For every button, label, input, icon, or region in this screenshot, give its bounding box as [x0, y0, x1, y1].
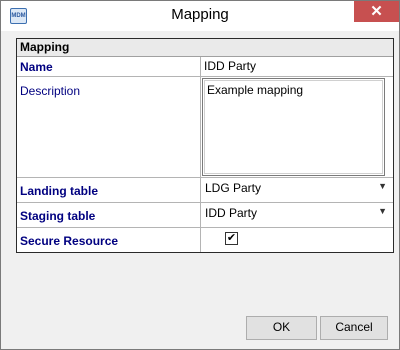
description-text: Example mapping [204, 80, 383, 174]
checkmark-icon: ✔ [226, 232, 237, 244]
section-header: Mapping [17, 39, 393, 57]
close-icon: ✕ [370, 3, 383, 20]
title-bar: MDM Mapping ✕ [1, 1, 399, 31]
staging-table-label: Staging table [20, 209, 96, 223]
name-row: Name IDD Party [17, 57, 393, 76]
column-divider [200, 77, 201, 177]
ok-button[interactable]: OK [246, 316, 317, 340]
staging-table-value: IDD Party [205, 206, 258, 220]
chevron-down-icon: ▼ [378, 181, 387, 191]
column-divider [200, 57, 201, 76]
dialog-body: Mapping Name IDD Party Description Examp… [9, 31, 394, 341]
chevron-down-icon: ▼ [378, 206, 387, 216]
close-button[interactable]: ✕ [354, 1, 399, 22]
window-title: Mapping [171, 6, 229, 23]
landing-table-value: LDG Party [205, 181, 262, 195]
landing-table-select[interactable]: LDG Party ▼ [202, 178, 391, 200]
staging-table-row: Staging table IDD Party ▼ [17, 202, 393, 227]
description-label: Description [20, 84, 81, 98]
landing-table-row: Landing table LDG Party ▼ [17, 177, 393, 202]
column-divider [200, 228, 201, 252]
secure-resource-label: Secure Resource [20, 234, 119, 248]
name-label: Name [20, 60, 53, 74]
staging-table-select[interactable]: IDD Party ▼ [202, 203, 391, 225]
description-field[interactable]: Example mapping [202, 78, 385, 176]
mapping-form: Mapping Name IDD Party Description Examp… [16, 38, 394, 253]
column-divider [200, 203, 201, 227]
secure-resource-row: Secure Resource ✔ [17, 227, 393, 252]
cancel-button[interactable]: Cancel [320, 316, 388, 340]
landing-table-label: Landing table [20, 184, 98, 198]
name-value[interactable]: IDD Party [204, 59, 256, 73]
description-row: Description Example mapping [17, 76, 393, 177]
secure-resource-checkbox[interactable]: ✔ [225, 232, 238, 245]
column-divider [200, 178, 201, 202]
mapping-dialog: MDM Mapping ✕ Mapping Name IDD Party Des… [0, 0, 400, 350]
